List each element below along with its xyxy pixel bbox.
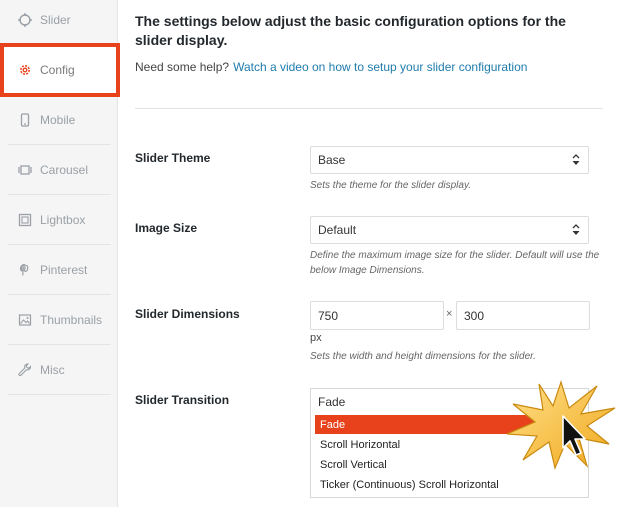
dropdown-option[interactable]: Ticker (Continuous) Scroll Horizontal — [315, 475, 551, 494]
help-text: Need some help? — [135, 60, 230, 74]
sidebar-item-label: Mobile — [40, 112, 76, 127]
sidebar-item-label: Pinterest — [40, 262, 88, 277]
mobile-icon — [18, 112, 32, 127]
slider-theme-description: Sets the theme for the slider display. — [310, 180, 472, 191]
sidebar-item-pinterest[interactable]: Pinterest — [8, 245, 111, 295]
sidebar-item-mobile[interactable]: Mobile — [8, 95, 111, 145]
divider — [135, 108, 603, 109]
intro-text: The settings below adjust the basic conf… — [135, 13, 566, 48]
sidebar-item-label: Config — [40, 63, 75, 77]
help-video-link[interactable]: Watch a video on how to setup your slide… — [233, 60, 527, 74]
dimension-separator: × — [446, 308, 453, 320]
slider-theme-value: Base — [318, 153, 346, 167]
pinterest-icon — [18, 263, 32, 277]
image-size-value: Default — [318, 223, 357, 237]
image-size-select[interactable]: Default — [310, 216, 589, 244]
sidebar-item-lightbox[interactable]: Lightbox — [8, 195, 111, 245]
select-arrows-icon — [572, 224, 580, 235]
sidebar: Slider Config Mobile Carousel Lightbox P… — [0, 0, 120, 507]
image-size-description: Define the maximum image size for the sl… — [310, 250, 600, 276]
slider-transition-value: Fade — [318, 395, 346, 409]
sidebar-item-slider[interactable]: Slider — [8, 0, 111, 45]
slider-height-input[interactable]: 300 — [456, 301, 590, 330]
lightbox-icon — [18, 213, 32, 227]
carousel-icon — [18, 163, 32, 177]
slider-icon — [18, 12, 32, 27]
sidebar-item-label: Lightbox — [40, 212, 86, 227]
sidebar-item-thumbnails[interactable]: Thumbnails — [8, 295, 111, 345]
sidebar-item-label: Thumbnails — [40, 312, 103, 327]
help-line: Need some help? Watch a video on how to s… — [135, 60, 527, 74]
sidebar-item-config[interactable]: Config — [0, 43, 120, 97]
select-arrows-icon — [572, 154, 580, 165]
slider-dimensions-label: Slider Dimensions — [135, 307, 240, 321]
wrench-icon — [18, 362, 32, 377]
image-size-label: Image Size — [135, 221, 198, 235]
sidebar-item-carousel[interactable]: Carousel — [8, 145, 111, 195]
slider-transition-label: Slider Transition — [135, 393, 230, 407]
slider-theme-select[interactable]: Base — [310, 146, 589, 174]
gear-icon — [18, 63, 32, 77]
sidebar-item-label: Slider — [40, 12, 71, 27]
slider-width-input[interactable]: 750 — [310, 301, 444, 330]
slider-theme-label: Slider Theme — [135, 151, 211, 165]
click-highlight-burst — [506, 380, 616, 470]
sidebar-item-label: Misc — [40, 362, 65, 377]
slider-dimensions-description: Sets the width and height dimensions for… — [310, 351, 536, 362]
thumbnails-icon — [18, 313, 32, 327]
sidebar-item-misc[interactable]: Misc — [8, 345, 111, 395]
dimension-unit: px — [310, 332, 322, 344]
sidebar-item-label: Carousel — [40, 162, 89, 177]
